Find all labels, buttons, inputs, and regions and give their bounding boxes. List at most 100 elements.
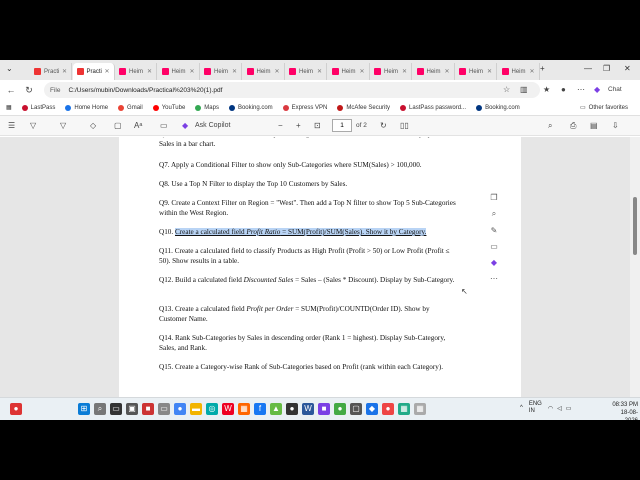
close-tab-icon[interactable]: ✕: [62, 68, 67, 75]
chat-button[interactable]: Chat: [608, 86, 622, 93]
split-screen-icon[interactable]: ▥: [520, 85, 528, 94]
edge-icon[interactable]: ◎: [206, 403, 218, 415]
profile-icon[interactable]: ●: [561, 85, 566, 94]
app-icon-7[interactable]: ■: [318, 403, 330, 415]
define-icon[interactable]: ⌕: [486, 209, 502, 219]
browser-tab[interactable]: Heim ✕: [200, 63, 242, 80]
tray-expand-icon[interactable]: ^: [520, 405, 523, 411]
close-window-icon[interactable]: ✕: [624, 64, 631, 73]
clock[interactable]: 08:33 PM 18-08-2026: [612, 401, 638, 420]
facebook-icon[interactable]: f: [254, 403, 266, 415]
app-icon-1[interactable]: ■: [142, 403, 154, 415]
copilot-side-icon[interactable]: ◆: [486, 258, 502, 267]
app-icon-13[interactable]: ▦: [414, 403, 426, 415]
browser-tab[interactable]: Practi ✕: [72, 63, 115, 80]
back-icon[interactable]: ←: [4, 85, 18, 95]
bookmark-item[interactable]: Express VPN: [282, 104, 327, 111]
zoom-in-button[interactable]: +: [296, 121, 301, 130]
close-tab-icon[interactable]: ✕: [232, 68, 237, 75]
bookmark-item[interactable]: Maps: [195, 104, 219, 111]
favorites-icon[interactable]: ★: [543, 85, 550, 94]
search-icon[interactable]: ⌕: [548, 121, 552, 131]
browser-tab[interactable]: Heim ✕: [328, 63, 370, 80]
word-icon[interactable]: W: [302, 403, 314, 415]
comment-icon[interactable]: ▭: [486, 242, 502, 251]
save-as-icon[interactable]: ⇩: [612, 121, 619, 130]
battery-icon[interactable]: ▭: [566, 405, 572, 412]
app-icon-12[interactable]: ▦: [398, 403, 410, 415]
weather-icon[interactable]: ●: [10, 403, 22, 415]
scrollbar-thumb[interactable]: [633, 197, 637, 255]
close-tab-icon[interactable]: ✕: [274, 68, 279, 75]
search-taskbar-icon[interactable]: ⌕: [94, 403, 106, 415]
language-indicator[interactable]: ENG IN: [529, 401, 542, 415]
app-icon-2[interactable]: ▭: [158, 403, 170, 415]
task-view-icon[interactable]: ▭: [110, 403, 122, 415]
app-icon-5[interactable]: ▲: [270, 403, 282, 415]
copilot-icon[interactable]: ◆: [594, 85, 600, 94]
read-aloud-icon[interactable]: Aᵃ: [134, 121, 142, 130]
app-icon-8[interactable]: ●: [334, 403, 346, 415]
teams-icon[interactable]: ▣: [126, 403, 138, 415]
refresh-icon[interactable]: ↻: [22, 85, 36, 96]
bookmark-item[interactable]: Booking.com: [228, 104, 273, 111]
close-tab-icon[interactable]: ✕: [487, 68, 492, 75]
url-input[interactable]: File C:/Users/mubin/Downloads/Practical%…: [44, 82, 540, 98]
close-tab-icon[interactable]: ✕: [104, 68, 109, 75]
new-tab-button[interactable]: +: [540, 64, 545, 73]
ask-copilot-button[interactable]: Ask Copilot: [195, 122, 230, 129]
bookmark-item[interactable]: Home Home: [65, 104, 108, 111]
restore-icon[interactable]: ❐: [603, 64, 610, 73]
selected-text[interactable]: Create a calculated field Profit Ratio =…: [174, 228, 427, 236]
app-icon-9[interactable]: ▢: [350, 403, 362, 415]
other-favorites[interactable]: ▭ Other favorites: [580, 104, 628, 112]
bookmark-item[interactable]: LastPass: [21, 104, 55, 111]
erase-icon[interactable]: ◇: [90, 121, 96, 130]
volume-icon[interactable]: ◁: [557, 405, 562, 412]
browser-tab[interactable]: Heim ✕: [285, 63, 327, 80]
bookmark-item[interactable]: McAfee Security: [337, 104, 390, 111]
fit-page-icon[interactable]: ⊡: [314, 121, 321, 130]
copy-icon[interactable]: ❐: [486, 193, 502, 202]
two-page-icon[interactable]: ▯▯: [400, 121, 409, 130]
bookmark-item[interactable]: Gmail: [118, 104, 143, 111]
favorite-star-icon[interactable]: ☆: [503, 85, 510, 94]
bookmark-item[interactable]: LastPass password...: [400, 104, 466, 111]
more-icon[interactable]: ⋯: [577, 85, 585, 94]
close-tab-icon[interactable]: ✕: [317, 68, 322, 75]
contents-icon[interactable]: ☰: [8, 121, 15, 130]
tab-menu-icon[interactable]: ⌄: [6, 64, 13, 73]
close-tab-icon[interactable]: ✕: [189, 68, 194, 75]
app-icon-11[interactable]: ●: [382, 403, 394, 415]
browser-tab[interactable]: Heim ✕: [498, 63, 540, 80]
bookmark-item[interactable]: Booking.com: [476, 104, 520, 111]
browser-tab[interactable]: Heim ✕: [413, 63, 455, 80]
close-tab-icon[interactable]: ✕: [147, 68, 152, 75]
app-icon-6[interactable]: ●: [286, 403, 298, 415]
close-tab-icon[interactable]: ✕: [402, 68, 407, 75]
browser-tab[interactable]: Practi ✕: [30, 63, 72, 80]
browser-tab[interactable]: Heim ✕: [243, 63, 285, 80]
app-icon-4[interactable]: ▦: [238, 403, 250, 415]
browser-tab[interactable]: Heim ✕: [455, 63, 497, 80]
bookmarks-grid-icon[interactable]: ▦: [6, 104, 12, 111]
immersive-reader-icon[interactable]: ▭: [160, 121, 168, 130]
vertical-scrollbar[interactable]: [630, 137, 640, 397]
browser-tab[interactable]: Heim ✕: [158, 63, 200, 80]
page-number-input[interactable]: 1: [332, 119, 352, 132]
close-tab-icon[interactable]: ✕: [359, 68, 364, 75]
zoom-out-button[interactable]: −: [278, 121, 283, 130]
draw-icon[interactable]: ▽: [60, 121, 66, 130]
network-icon[interactable]: ◠: [548, 405, 553, 412]
close-tab-icon[interactable]: ✕: [529, 68, 534, 75]
start-icon[interactable]: ⊞: [78, 403, 90, 415]
rotate-icon[interactable]: ↻: [380, 121, 387, 130]
chrome-icon[interactable]: ●: [174, 403, 186, 415]
highlight-icon[interactable]: ▽: [30, 121, 36, 130]
highlighter-icon[interactable]: ✎: [486, 226, 502, 235]
print-icon[interactable]: ⎙: [570, 121, 576, 131]
app-icon-3[interactable]: W: [222, 403, 234, 415]
file-explorer-icon[interactable]: ▬: [190, 403, 202, 415]
textbox-icon[interactable]: ▢: [114, 121, 122, 130]
close-tab-icon[interactable]: ✕: [444, 68, 449, 75]
